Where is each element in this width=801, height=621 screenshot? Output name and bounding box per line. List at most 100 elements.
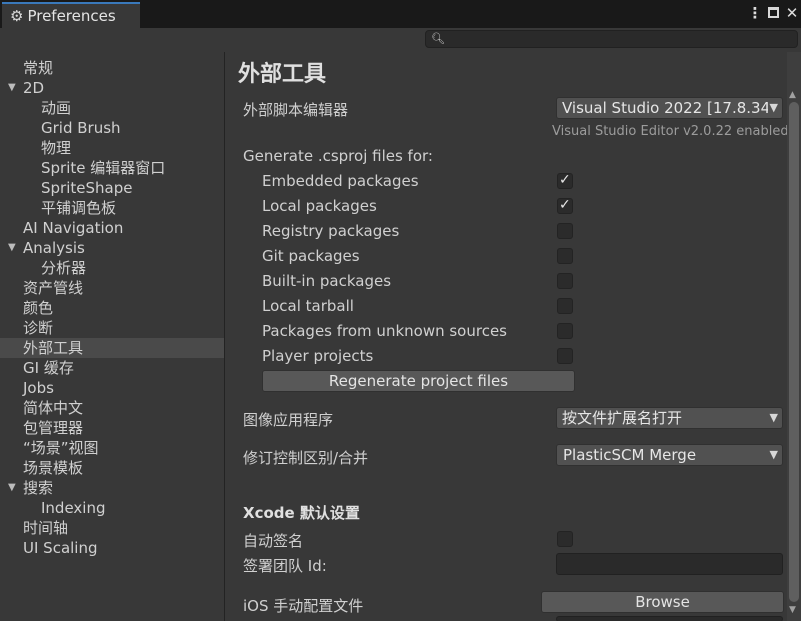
package-label-git: Git packages [262, 247, 360, 265]
close-icon[interactable]: ✕ [783, 4, 801, 22]
checkbox-registry-packages[interactable] [557, 223, 573, 239]
main-panel: 外部工具 外部脚本编辑器 Visual Studio 2022 [17.8.34… [226, 52, 801, 621]
sidebar-item-external-tools[interactable]: 外部工具 [0, 338, 224, 358]
package-label-local-tarball: Local tarball [262, 297, 354, 315]
sidebar-item-label: 搜索 [23, 479, 54, 497]
browse-button[interactable]: Browse [541, 591, 784, 613]
sidebar-item-label: 资产管线 [23, 279, 84, 297]
sidebar-item-general[interactable]: 常规 [23, 58, 53, 78]
auto-sign-label: 自动签名 [243, 532, 304, 550]
script-editor-dropdown[interactable]: Visual Studio 2022 [17.8.34 ▼ [556, 97, 783, 119]
sidebar-item-label: 平铺调色板 [41, 199, 117, 217]
script-editor-version-note: Visual Studio Editor v2.0.22 enabled [552, 124, 789, 139]
sidebar-item-label: 简体中文 [23, 399, 84, 417]
sidebar-item-label: 2D [23, 79, 45, 97]
sidebar-item-asset-pipeline[interactable]: 资产管线 [23, 278, 83, 298]
sidebar-item-label: 物理 [41, 139, 72, 157]
sidebar-item-label: UI Scaling [23, 539, 98, 557]
script-editor-value: Visual Studio 2022 [17.8.34 [562, 99, 771, 117]
gear-icon: ⚙ [10, 7, 24, 25]
sidebar-item-language[interactable]: 简体中文 [23, 398, 83, 418]
expand-triangle-icon[interactable]: ▼ [8, 78, 16, 98]
generate-csproj-label: Generate .csproj files for: [243, 147, 433, 165]
sidebar-item-timeline[interactable]: 时间轴 [23, 518, 68, 538]
xcode-section-heading: Xcode 默认设置 [243, 504, 360, 522]
search-row: 🔍︎ [0, 28, 801, 52]
sidebar-item-ui-scaling[interactable]: UI Scaling [23, 538, 98, 558]
regenerate-project-files-button[interactable]: Regenerate project files [262, 370, 575, 392]
sidebar-item-label: 常规 [23, 59, 54, 77]
sidebar-item-physics[interactable]: 物理 [41, 138, 71, 158]
sidebar-item-jobs[interactable]: Jobs [23, 378, 54, 398]
sidebar-item-label: 颜色 [23, 299, 54, 317]
expand-triangle-icon[interactable]: ▼ [8, 238, 16, 258]
checkbox-git-packages[interactable] [557, 248, 573, 264]
package-label-embedded: Embedded packages [262, 172, 419, 190]
revision-control-value: PlasticSCM Merge [563, 446, 697, 464]
sidebar-item-scene-template[interactable]: 场景模板 [23, 458, 83, 478]
sidebar-item-label: “场景”视图 [23, 439, 99, 457]
sidebar-item-2d[interactable]: ▼ 2D [0, 78, 200, 98]
ios-profile-label: iOS 手动配置文件 [243, 597, 364, 615]
main-scrollbar[interactable]: ▲ ▼ [787, 52, 801, 621]
package-label-player-projects: Player projects [262, 347, 374, 365]
title-bar: ⚙ Preferences ⋮ ✕ [0, 0, 801, 28]
signing-team-id-field[interactable] [556, 553, 783, 575]
sidebar-item-colors[interactable]: 颜色 [23, 298, 53, 318]
checkbox-unknown-sources[interactable] [557, 323, 573, 339]
image-app-label: 图像应用程序 [243, 411, 334, 429]
sidebar-item-label: 时间轴 [23, 519, 69, 537]
sidebar-item-profiler[interactable]: 分析器 [41, 258, 86, 278]
package-label-local: Local packages [262, 197, 377, 215]
revision-control-dropdown[interactable]: PlasticSCM Merge ▼ [556, 444, 783, 466]
sidebar-item-gi-cache[interactable]: GI 缓存 [23, 358, 74, 378]
sidebar-item-label: 场景模板 [23, 459, 84, 477]
image-app-value: 按文件扩展名打开 [562, 409, 683, 427]
revision-control-label: 修订控制区别/合并 [243, 449, 369, 467]
scroll-up-icon[interactable]: ▲ [789, 90, 796, 100]
package-label-builtin: Built-in packages [262, 272, 392, 290]
scrollbar-thumb[interactable] [789, 102, 799, 602]
sidebar-item-analysis[interactable]: ▼ Analysis [0, 238, 200, 258]
page-title: 外部工具 [238, 62, 327, 87]
chevron-down-icon: ▼ [767, 445, 778, 465]
sidebar-item-diagnostics[interactable]: 诊断 [23, 318, 53, 338]
sidebar-item-grid-brush[interactable]: Grid Brush [41, 118, 121, 138]
sidebar-item-label: AI Navigation [23, 219, 124, 237]
sidebar-item-package-manager[interactable]: 包管理器 [23, 418, 83, 438]
maximize-icon[interactable] [768, 7, 779, 18]
package-label-registry: Registry packages [262, 222, 400, 240]
checkbox-player-projects[interactable] [557, 348, 573, 364]
checkbox-embedded-packages[interactable]: ✓ [557, 172, 573, 189]
sidebar-item-label: Grid Brush [41, 119, 121, 137]
checkbox-auto-sign[interactable] [557, 531, 573, 547]
sidebar-item-scene-view[interactable]: “场景”视图 [23, 438, 99, 458]
sidebar-item-label: SpriteShape [41, 179, 133, 197]
package-label-unknown-sources: Packages from unknown sources [262, 322, 507, 340]
checkbox-local-packages[interactable]: ✓ [557, 197, 573, 214]
sidebar-item-ai-navigation[interactable]: AI Navigation [23, 218, 123, 238]
sidebar-item-animation[interactable]: 动画 [41, 98, 71, 118]
checkbox-builtin-packages[interactable] [557, 273, 573, 289]
scroll-down-icon[interactable]: ▼ [789, 605, 796, 615]
sidebar-item-spriteshape[interactable]: SpriteShape [41, 178, 132, 198]
sidebar-item-label: 诊断 [23, 319, 54, 337]
sidebar-item-label: Indexing [41, 499, 106, 517]
sidebar-item-search[interactable]: ▼ 搜索 [0, 478, 200, 498]
sidebar-item-tile-palette[interactable]: 平铺调色板 [41, 198, 116, 218]
more-options-icon[interactable]: ⋮ [746, 4, 764, 22]
search-input[interactable]: 🔍︎ [425, 30, 798, 48]
preferences-tab[interactable]: ⚙ Preferences [2, 2, 140, 28]
signing-team-id-label: 签署团队 Id: [243, 557, 327, 575]
sidebar-item-indexing[interactable]: Indexing [41, 498, 106, 518]
image-app-dropdown[interactable]: 按文件扩展名打开 ▼ [556, 407, 783, 429]
checkbox-local-tarball[interactable] [557, 298, 573, 314]
expand-triangle-icon[interactable]: ▼ [8, 478, 16, 498]
sidebar-item-sprite-editor[interactable]: Sprite 编辑器窗口 [41, 158, 165, 178]
sidebar-item-label: Jobs [23, 379, 54, 397]
script-editor-label: 外部脚本编辑器 [243, 101, 349, 119]
sidebar-item-label: 包管理器 [23, 419, 84, 437]
next-field-partial [556, 616, 783, 621]
sidebar-item-label: 动画 [41, 99, 72, 117]
tab-title: Preferences [27, 7, 116, 25]
